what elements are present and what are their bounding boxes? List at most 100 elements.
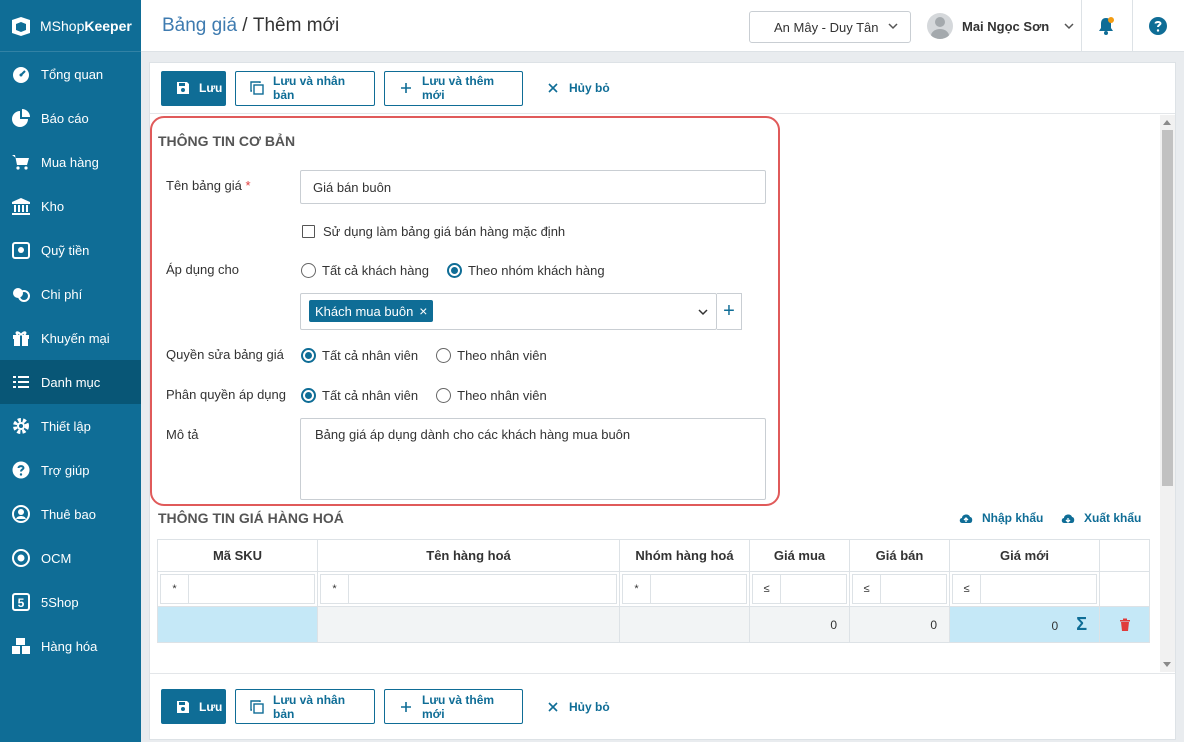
divider: [1132, 0, 1133, 52]
sidebar-item-label: Thuê bao: [41, 506, 96, 522]
column-header-group[interactable]: Nhóm hàng hoá: [619, 539, 750, 572]
filter-sku[interactable]: *: [160, 574, 315, 604]
bell-icon[interactable]: [1096, 16, 1116, 36]
cell-name[interactable]: [317, 606, 620, 643]
radio-customer-group[interactable]: Theo nhóm khách hàng: [446, 263, 605, 278]
sidebar-item-list[interactable]: Danh mục: [0, 360, 141, 404]
filter-sale-price[interactable]: ≤: [852, 574, 947, 604]
app-logo[interactable]: MShopKeeper: [0, 0, 141, 52]
sidebar-item-label: Chi phí: [41, 286, 83, 302]
sidebar-item-gift[interactable]: Khuyến mại: [0, 316, 141, 360]
scroll-down-arrow[interactable]: [1163, 662, 1171, 667]
add-group-button[interactable]: +: [717, 293, 742, 330]
edit-permission-radio-group: Tất cả nhân viên Theo nhân viên: [301, 348, 547, 363]
sidebar-item-5shop[interactable]: 5 5Shop: [0, 580, 141, 624]
save-button[interactable]: Lưu: [161, 689, 226, 724]
save-add-new-button[interactable]: Lưu và thêm mới: [384, 70, 523, 106]
name-label: Tên bảng giá *: [166, 178, 251, 193]
export-button[interactable]: Xuất khẩu: [1060, 510, 1141, 526]
default-price-list-checkbox[interactable]: Sử dụng làm bảng giá bán hàng mặc định: [302, 224, 565, 239]
cloud-upload-icon: [959, 514, 973, 523]
scroll-up-arrow[interactable]: [1163, 120, 1171, 125]
scroll-thumb[interactable]: [1162, 130, 1173, 486]
user-menu[interactable]: Mai Ngọc Sơn: [927, 13, 1074, 39]
sigma-icon[interactable]: Σ: [1076, 614, 1087, 634]
radio-all-customers[interactable]: Tất cả khách hàng: [301, 263, 429, 278]
toolbar-bottom: Lưu Lưu và nhân bản Lưu và thêm mới Hủy …: [150, 673, 1175, 739]
sidebar-item-money[interactable]: Chi phí: [0, 272, 141, 316]
section-title-goods-price: THÔNG TIN GIÁ HÀNG HOÁ: [158, 510, 344, 526]
copy-icon: [250, 81, 264, 95]
column-header-actions: [1099, 539, 1150, 572]
help-icon: [12, 461, 30, 479]
customer-group-select[interactable]: Khách mua buôn ×: [300, 293, 717, 330]
sidebar-item-label: Danh mục: [41, 374, 101, 390]
cell-sku[interactable]: [157, 606, 318, 643]
sidebar-item-gear[interactable]: Thiết lập: [0, 404, 141, 448]
price-list-name-input[interactable]: Giá bán buôn: [300, 170, 766, 204]
column-header-sale-price[interactable]: Giá bán: [849, 539, 950, 572]
column-header-purchase-price[interactable]: Giá mua: [749, 539, 850, 572]
avatar: [927, 13, 953, 39]
sidebar-item-user[interactable]: Thuê bao: [0, 492, 141, 536]
column-header-new-price[interactable]: Giá mới: [949, 539, 1100, 572]
help-icon[interactable]: [1148, 16, 1168, 36]
cancel-button[interactable]: Hủy bỏ: [532, 71, 624, 106]
user-name: Mai Ngọc Sơn: [962, 18, 1050, 34]
checkbox-box[interactable]: [302, 225, 315, 238]
sidebar-item-dashboard[interactable]: Tổng quan: [0, 52, 141, 96]
cell-new-price[interactable]: 0Σ: [949, 606, 1100, 643]
radio-apply-by-staff[interactable]: Theo nhân viên: [436, 388, 547, 403]
chevron-down-icon: [698, 309, 708, 316]
import-button[interactable]: Nhập khẩu: [958, 510, 1043, 526]
scrollbar[interactable]: [1160, 115, 1175, 672]
sidebar-item-help[interactable]: Trợ giúp: [0, 448, 141, 492]
sidebar-item-pie-chart[interactable]: Báo cáo: [0, 96, 141, 140]
checkbox-label: Sử dụng làm bảng giá bán hàng mặc định: [323, 224, 566, 239]
sidebar-item-label: Khuyến mại: [41, 330, 110, 346]
sidebar-item-label: Tổng quan: [41, 66, 104, 82]
close-icon: [548, 83, 558, 93]
radio-edit-by-staff[interactable]: Theo nhân viên: [436, 348, 547, 363]
save-add-new-button[interactable]: Lưu và thêm mới: [384, 689, 523, 724]
pie-chart-icon: [12, 109, 30, 127]
sidebar-item-ocm[interactable]: OCM: [0, 536, 141, 580]
remove-tag-icon[interactable]: ×: [419, 303, 427, 319]
plus-icon: [401, 83, 411, 93]
page-title: Thêm mới: [252, 15, 340, 36]
save-button[interactable]: Lưu: [161, 70, 226, 106]
store-select[interactable]: An Mây - Duy Tân: [749, 11, 911, 43]
save-duplicate-button[interactable]: Lưu và nhân bản: [235, 70, 375, 106]
breadcrumb-separator: /: [237, 15, 253, 36]
column-header-name[interactable]: Tên hàng hoá: [317, 539, 620, 572]
filter-new-price[interactable]: ≤: [952, 574, 1097, 604]
radio-edit-all-staff[interactable]: Tất cả nhân viên: [301, 348, 418, 363]
save-duplicate-button[interactable]: Lưu và nhân bản: [235, 689, 375, 724]
copy-icon: [250, 699, 264, 714]
cloud-download-icon: [1061, 514, 1075, 523]
table-row[interactable]: 0 0 0Σ: [157, 606, 1150, 643]
svg-text:5: 5: [18, 596, 25, 610]
radio-apply-all-staff[interactable]: Tất cả nhân viên: [301, 388, 418, 403]
cancel-button[interactable]: Hủy bỏ: [532, 689, 624, 724]
sidebar-item-warehouse[interactable]: Kho: [0, 184, 141, 228]
sidebar-item-safe[interactable]: Quỹ tiền: [0, 228, 141, 272]
filter-name[interactable]: *: [320, 574, 617, 604]
gear-icon: [13, 418, 29, 434]
top-bar: Bảng giá / Thêm mới An Mây - Duy Tân Mai…: [141, 0, 1184, 52]
plus-icon: [401, 701, 411, 712]
sidebar-item-label: Báo cáo: [41, 110, 89, 126]
sidebar-item-label: 5Shop: [41, 594, 79, 610]
sidebar: MShopKeeper Tổng quan Báo cáo Mua hàng Kho Q…: [0, 0, 141, 742]
gift-icon: [13, 331, 29, 346]
user-icon: [12, 505, 30, 523]
sidebar-item-boxes[interactable]: Hàng hóa: [0, 624, 141, 668]
trash-icon[interactable]: [1118, 618, 1132, 632]
description-textarea[interactable]: Bảng giá áp dụng dành cho các khách hàng…: [300, 418, 766, 500]
column-header-sku[interactable]: Mã SKU: [157, 539, 318, 572]
sidebar-item-cart[interactable]: Mua hàng: [0, 140, 141, 184]
filter-purchase-price[interactable]: ≤: [752, 574, 847, 604]
filter-row: * * * ≤ ≤ ≤: [157, 571, 1150, 607]
filter-group[interactable]: *: [622, 574, 747, 604]
breadcrumb-parent[interactable]: Bảng giá: [162, 15, 237, 36]
